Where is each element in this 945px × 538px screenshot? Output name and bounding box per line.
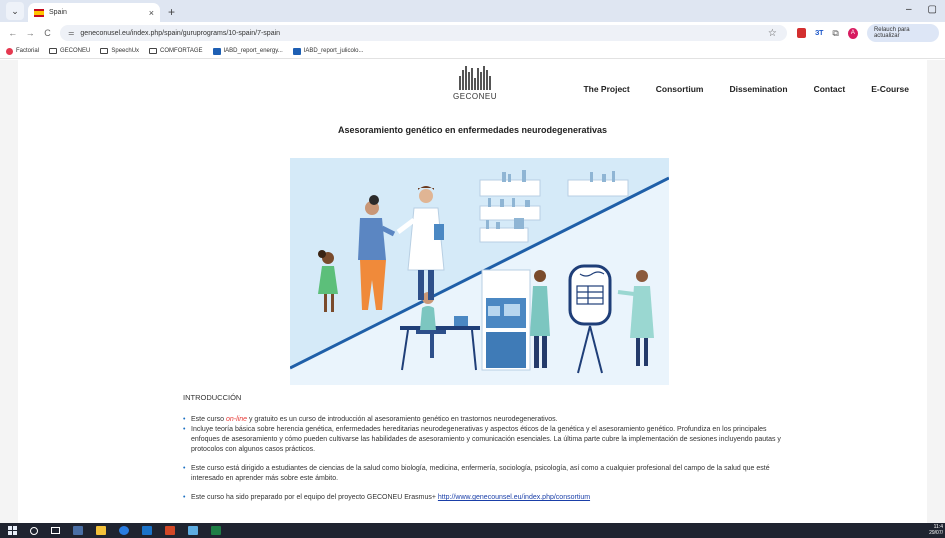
window-controls: – ▢ (906, 4, 937, 15)
url-text: geneconusel.eu/index.php/spain/guruprogr… (80, 29, 281, 37)
extensions-puzzle-icon[interactable]: ⧉ (832, 28, 838, 39)
extension-red-icon[interactable] (796, 28, 806, 38)
hero-illustration-svg (290, 158, 669, 385)
folder-icon (149, 48, 158, 54)
bookmark-iabd-energy[interactable]: IABD_report_energy... (212, 47, 283, 55)
tab-search-menu-icon[interactable]: ⌄ (6, 2, 24, 20)
bookmark-star-icon[interactable]: ☆ (768, 28, 777, 39)
toolbar-extensions: ЗТ ⧉ A Relauch para actualizar (796, 24, 939, 42)
new-tab-button[interactable]: + (168, 5, 175, 19)
forward-icon[interactable]: → (23, 28, 36, 38)
app-icon-1[interactable] (73, 526, 83, 535)
windows-start-icon[interactable] (8, 526, 17, 535)
nav-the-project[interactable]: The Project (583, 84, 629, 94)
address-bar[interactable]: ⚌ geneconusel.eu/index.php/spain/gurupro… (60, 25, 787, 41)
site-info-icon[interactable]: ⚌ (68, 29, 74, 37)
back-icon[interactable]: ← (6, 28, 19, 38)
excel-icon[interactable] (211, 526, 221, 535)
list-item: Este curso ha sido preparado por el equi… (183, 493, 783, 503)
search-icon[interactable] (30, 526, 38, 535)
bookmark-factorial[interactable]: Factorial (6, 47, 39, 55)
teams-icon[interactable] (188, 526, 198, 535)
profile-avatar[interactable]: A (847, 27, 858, 39)
factorial-icon (6, 47, 13, 55)
logo-text: GECONEU (453, 92, 497, 101)
bookmark-speechux[interactable]: SpeechUx (100, 48, 139, 54)
spain-flag-icon (34, 8, 44, 17)
task-view-icon[interactable] (51, 527, 60, 534)
nav-contact[interactable]: Contact (814, 84, 846, 94)
page-title: Asesoramiento genético en enfermedades n… (337, 125, 608, 135)
document-icon (212, 47, 221, 55)
tab-spain[interactable]: Spain × (28, 3, 160, 22)
logo-mark-icon (452, 66, 498, 90)
browser-tabstrip: ⌄ Spain × + – ▢ (0, 0, 945, 22)
document-icon (292, 47, 301, 55)
intro-heading: INTRODUCCIÓN (183, 393, 242, 402)
nav-e-course[interactable]: E-Course (871, 84, 909, 94)
nav-dissemination[interactable]: Dissemination (729, 84, 787, 94)
chrome-icon[interactable] (119, 526, 129, 535)
list-item: Este curso on-line y gratuito es un curs… (183, 415, 783, 425)
bookmark-iabd-julicolo[interactable]: IABD_report_julicolo... (292, 47, 363, 55)
course-content: INTRODUCCIÓN Este curso on-line y gratui… (183, 393, 783, 503)
main-nav: The Project Consortium Dissemination Con… (583, 84, 909, 94)
folder-icon (49, 48, 58, 54)
list-item: Incluye teoría básica sobre herencia gen… (183, 425, 783, 455)
maximize-button[interactable]: ▢ (928, 4, 937, 15)
site-logo[interactable]: GECONEU (452, 66, 498, 101)
bookmark-geconeu[interactable]: GECONEU (49, 48, 90, 54)
consortium-link[interactable]: http://www.genecounsel.eu/index.php/cons… (438, 494, 590, 501)
minimize-button[interactable]: – (906, 4, 912, 15)
intro-list: Este curso on-line y gratuito es un curs… (183, 415, 783, 503)
folder-icon (100, 48, 109, 54)
browser-toolbar: ← → C ⚌ geneconusel.eu/index.php/spain/g… (0, 22, 945, 44)
nav-consortium[interactable]: Consortium (656, 84, 704, 94)
tab-title: Spain (49, 9, 67, 16)
windows-taskbar: 11:4 29/07/ (0, 523, 945, 538)
tab-close-icon[interactable]: × (149, 8, 154, 18)
web-page: GECONEU The Project Consortium Dissemina… (0, 60, 945, 523)
bookmark-comfortage[interactable]: COMFORTAGE (149, 48, 203, 54)
list-item: Este curso está dirigido a estudiantes d… (183, 464, 783, 484)
taskbar-clock[interactable]: 11:4 29/07/ (929, 524, 943, 536)
powerpoint-icon[interactable] (165, 526, 175, 535)
bookmarks-bar: Factorial GECONEU SpeechUx COMFORTAGE IA… (0, 44, 945, 59)
online-highlight: on-line (226, 416, 248, 423)
clock-date: 29/07/ (929, 530, 943, 536)
extension-translate-icon[interactable]: ЗТ (815, 30, 823, 37)
outlook-icon[interactable] (142, 526, 152, 535)
reload-icon[interactable]: C (41, 28, 54, 38)
relaunch-update-button[interactable]: Relauch para actualizar (866, 24, 939, 42)
hero-illustration (290, 158, 669, 385)
file-explorer-icon[interactable] (96, 526, 106, 535)
